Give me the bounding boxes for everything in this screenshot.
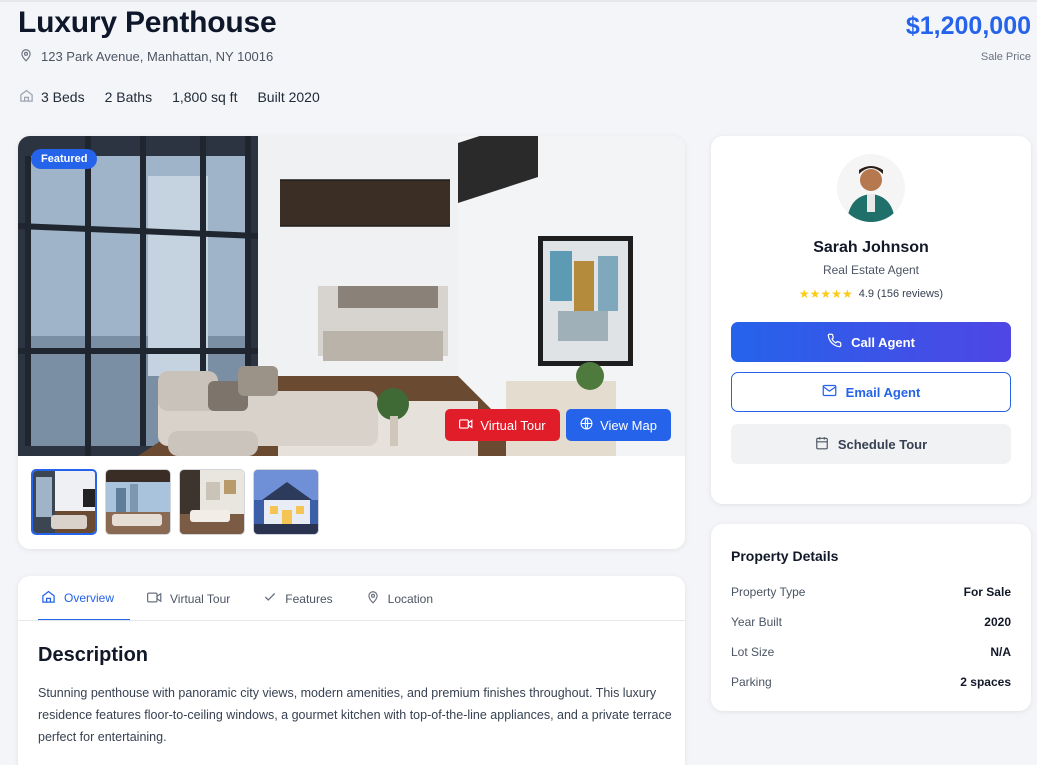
detail-value: 2 spaces [960,675,1011,689]
video-icon [147,591,162,607]
tab-label: Location [387,591,434,606]
globe-icon [580,417,593,433]
view-map-label: View Map [600,417,657,433]
main-photo[interactable]: Featured Virtual Tour View Map [18,136,685,456]
beds-text: 3 Beds [41,89,85,105]
thumbnail-3[interactable] [179,469,245,535]
featured-badge: Featured [31,149,98,169]
call-agent-label: Call Agent [851,334,915,350]
detail-label: Parking [731,675,772,689]
virtual-tour-label: Virtual Tour [480,417,546,433]
tab-label: Overview [64,590,115,605]
description-card: Overview Virtual Tour Features Location … [18,576,685,765]
call-agent-button[interactable]: Call Agent [731,322,1011,362]
tab-features[interactable]: Features [260,576,348,621]
description-text: Stunning penthouse with panoramic city v… [38,686,672,744]
detail-value: N/A [990,645,1011,659]
tab-bar: Overview Virtual Tour Features Location [38,576,463,621]
calendar-icon [815,436,829,453]
mail-icon [822,384,837,400]
agent-role: Real Estate Agent [822,263,920,277]
thumbnail-1[interactable] [31,469,97,535]
detail-label: Year Built [731,615,782,629]
check-icon [263,590,277,607]
built-spec: Built 2020 [257,89,320,105]
tab-divider [18,620,685,621]
agent-name: Sarah Johnson [813,239,929,256]
details-title: Property Details [731,548,839,564]
property-details-card: Property Details Property Type For Sale … [711,524,1031,711]
avatar [837,154,905,222]
property-specs: 3 Beds 2 Baths 1,800 sq ft Built 2020 [19,88,320,106]
agent-rating: ★★★★★ 4.9 (156 reviews) [711,287,1031,301]
area-spec: 1,800 sq ft [172,89,238,105]
schedule-tour-label: Schedule Tour [837,436,928,452]
schedule-tour-button[interactable]: Schedule Tour [731,424,1011,464]
email-agent-button[interactable]: Email Agent [731,372,1011,412]
tab-virtual-tour[interactable]: Virtual Tour [144,576,246,621]
beds-spec: 3 Beds [19,88,85,106]
tab-overview[interactable]: Overview [38,576,131,621]
price-label: Sale Price [980,51,1031,63]
thumbnail-4[interactable] [253,469,319,535]
top-border [0,0,1037,2]
tab-label: Virtual Tour [170,591,231,606]
detail-label: Property Type [731,585,806,599]
detail-row-lot-size: Lot Size N/A [731,645,1011,659]
video-icon [459,418,473,433]
home-icon [41,589,56,607]
detail-row-property-type: Property Type For Sale [731,585,1011,599]
page-title: Luxury Penthouse [18,6,277,39]
detail-row-year-built: Year Built 2020 [731,615,1011,629]
detail-label: Lot Size [731,645,775,659]
tab-label: Features [285,591,333,606]
phone-icon [827,333,842,351]
rating-text: 4.9 (156 reviews) [858,288,944,300]
view-map-button[interactable]: View Map [566,409,671,441]
description-title: Description [38,644,149,666]
tab-location[interactable]: Location [363,576,449,621]
gallery-card: Featured Virtual Tour View Map [18,136,685,549]
map-pin-icon [366,590,380,607]
thumbnail-2[interactable] [105,469,171,535]
email-agent-label: Email Agent [845,384,921,400]
detail-value: 2020 [984,615,1011,629]
baths-spec: 2 Baths [104,89,153,105]
virtual-tour-button[interactable]: Virtual Tour [445,409,560,441]
thumbnail-strip [31,469,319,535]
address: 123 Park Avenue, Manhattan, NY 10016 [19,48,273,65]
detail-row-parking: Parking 2 spaces [731,675,1011,689]
agent-card: Sarah Johnson Real Estate Agent ★★★★★ 4.… [711,136,1031,504]
price: $1,200,000 [905,12,1031,40]
star-rating-icon: ★★★★★ [798,287,853,301]
home-icon [19,88,34,106]
detail-value: For Sale [963,585,1011,599]
address-text: 123 Park Avenue, Manhattan, NY 10016 [41,49,274,64]
map-pin-icon [19,48,33,65]
